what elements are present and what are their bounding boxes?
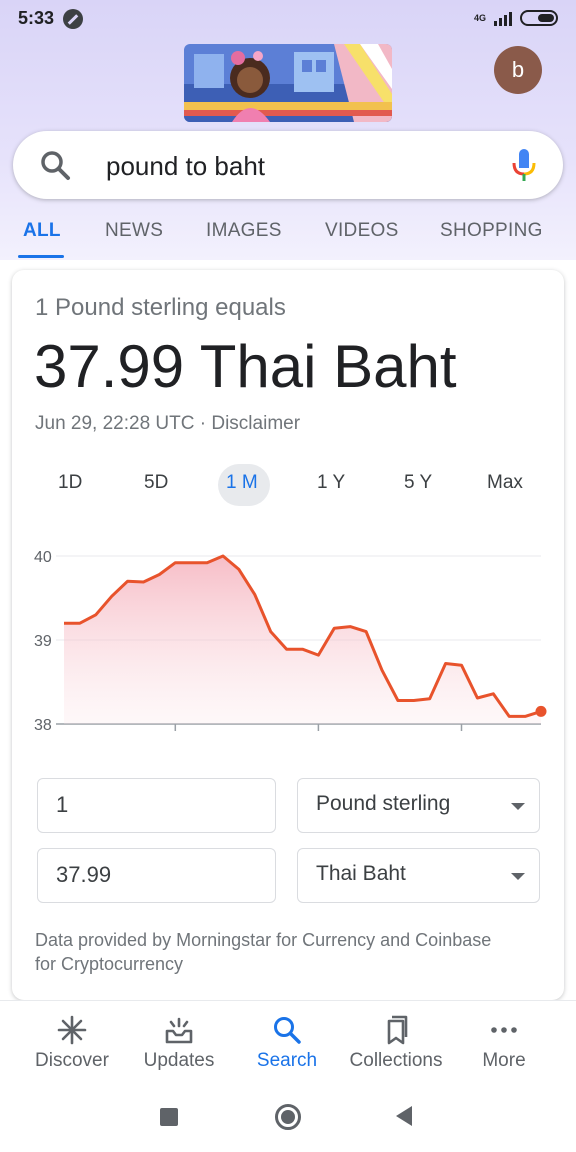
nav-more[interactable]: More	[449, 1001, 559, 1085]
tab-news[interactable]: NEWS	[105, 220, 163, 242]
to-currency-value: Thai Baht	[316, 862, 406, 885]
bookmark-icon	[387, 1015, 408, 1045]
range-1y[interactable]: 1 Y	[317, 472, 345, 494]
x-tick-label: Jun 5	[156, 738, 195, 740]
nav-label-more: More	[482, 1050, 526, 1071]
exchange-rate-chart[interactable]: 40 39 38 Jun 5 Jun 13 Jun 22	[12, 540, 564, 740]
avatar-letter: b	[511, 57, 525, 82]
from-currency-value: Pound sterling	[316, 792, 451, 815]
x-tick-label: Jun 13	[294, 738, 342, 740]
tab-images[interactable]: IMAGES	[206, 220, 282, 242]
from-amount-value[interactable]: 1	[56, 792, 68, 818]
home-button[interactable]	[275, 1104, 301, 1130]
nav-search[interactable]: Search	[232, 1001, 342, 1085]
y-tick-label: 40	[34, 549, 52, 566]
system-navigation-bar	[0, 1084, 576, 1152]
nav-collections[interactable]: Collections	[341, 1001, 451, 1085]
from-currency-select[interactable]: Pound sterling	[297, 778, 540, 833]
conversion-timestamp[interactable]: Jun 29, 22:28 UTC · Disclaimer	[35, 413, 300, 435]
data-source-note: Data provided by Morningstar for Currenc…	[35, 930, 492, 974]
search-icon	[274, 1017, 301, 1044]
bottom-navigation: Discover Updates Search Collections More	[0, 1000, 576, 1084]
to-amount-value[interactable]: 37.99	[56, 862, 111, 888]
signal-icon	[494, 10, 512, 26]
to-currency-select[interactable]: Thai Baht	[297, 848, 540, 903]
nav-discover[interactable]: Discover	[17, 1001, 127, 1085]
account-avatar[interactable]: b	[494, 46, 542, 94]
y-tick-label: 39	[34, 633, 52, 650]
active-tab-indicator	[18, 255, 64, 258]
nav-label-collections: Collections	[349, 1050, 443, 1071]
inbox-icon	[165, 1017, 193, 1044]
nav-label-search: Search	[256, 1050, 318, 1071]
asterisk-icon	[57, 1015, 87, 1045]
y-tick-label: 38	[34, 717, 52, 734]
nav-label-discover: Discover	[35, 1050, 109, 1071]
recents-button[interactable]	[160, 1108, 178, 1126]
to-amount-field[interactable]: 37.99	[37, 848, 276, 903]
back-button[interactable]	[396, 1106, 412, 1126]
x-tick-label: Jun 22	[437, 738, 485, 740]
dropdown-caret-icon	[511, 803, 525, 810]
search-icon[interactable]	[39, 149, 71, 181]
chart-current-point	[535, 705, 547, 717]
battery-icon	[520, 10, 558, 26]
dropdown-caret-icon	[511, 873, 525, 880]
nav-label-updates: Updates	[143, 1050, 215, 1071]
range-1d[interactable]: 1D	[58, 472, 82, 494]
microphone-icon[interactable]	[511, 147, 537, 183]
tab-shopping[interactable]: SHOPPING	[440, 220, 543, 242]
tab-all[interactable]: ALL	[23, 220, 61, 242]
range-5y[interactable]: 5 Y	[404, 472, 432, 494]
search-bar[interactable]: pound to baht	[13, 131, 563, 199]
from-amount-field[interactable]: 1	[37, 778, 276, 833]
search-tabs: ALL NEWS IMAGES VIDEOS SHOPPING	[0, 210, 576, 258]
network-type: 4G	[473, 13, 486, 23]
search-input[interactable]: pound to baht	[106, 151, 265, 182]
range-max[interactable]: Max	[487, 472, 523, 494]
tab-videos[interactable]: VIDEOS	[325, 220, 399, 242]
google-doodle[interactable]	[184, 44, 392, 122]
time-range-selector: 1D 5D 1 M 1 Y 5 Y Max	[12, 464, 564, 508]
conversion-label: 1 Pound sterling equals	[35, 294, 286, 321]
nav-updates[interactable]: Updates	[124, 1001, 234, 1085]
conversion-result: 37.99 Thai Baht	[34, 333, 457, 400]
range-1m[interactable]: 1 M	[226, 472, 258, 494]
do-not-disturb-icon	[63, 9, 83, 29]
range-5d[interactable]: 5D	[144, 472, 168, 494]
more-icon	[491, 1027, 517, 1033]
status-time: 5:33	[18, 8, 55, 28]
currency-converter-card: 1 Pound sterling equals 37.99 Thai Baht …	[12, 270, 564, 1000]
status-bar: 5:33 4G	[0, 0, 576, 38]
